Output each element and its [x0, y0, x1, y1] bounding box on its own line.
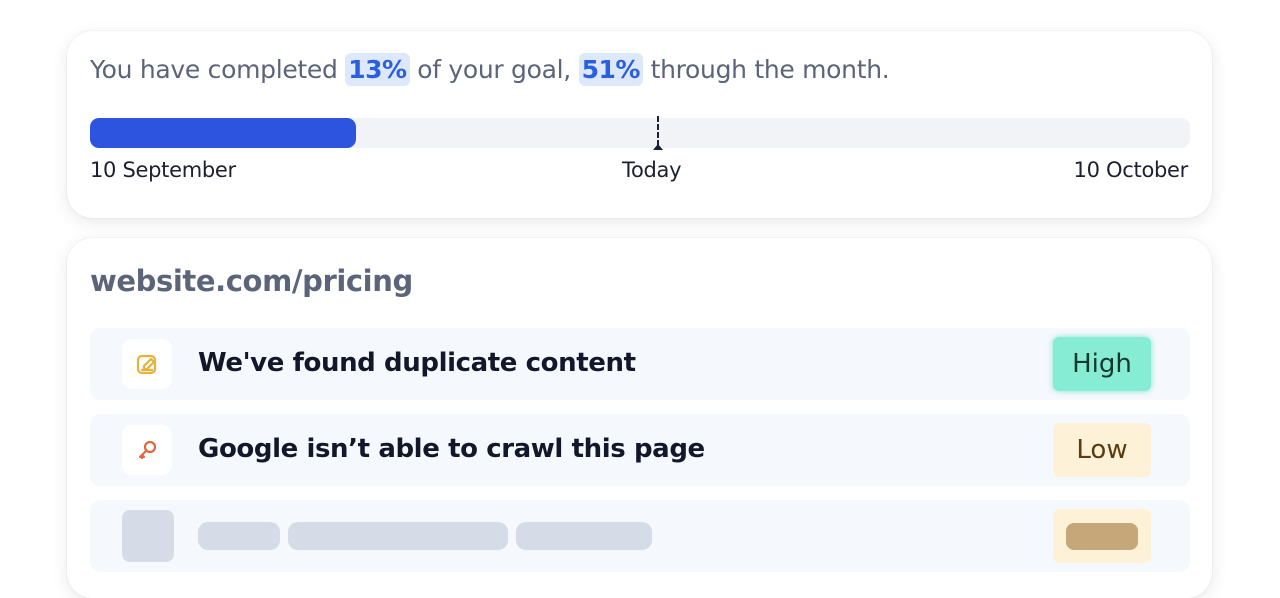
edit-note-icon [122, 339, 172, 389]
today-marker-arrow [652, 144, 663, 150]
end-date-label: 10 October [1073, 158, 1189, 182]
issue-row[interactable]: We've found duplicate content High [90, 328, 1190, 400]
goal-prefix: You have completed [90, 55, 338, 84]
start-date-label: 10 September [90, 158, 236, 182]
key-icon [122, 425, 172, 475]
issue-text: We've found duplicate content [198, 348, 636, 378]
issue-row[interactable]: Google isn’t able to crawl this page Low [90, 414, 1190, 486]
month-percent: 51% [578, 53, 643, 86]
completed-percent: 13% [345, 53, 410, 86]
goal-middle: of your goal, [417, 55, 571, 84]
icon-placeholder [122, 510, 174, 562]
page-url: website.com/pricing [90, 264, 413, 298]
today-marker [652, 116, 663, 150]
page-issues-card: website.com/pricing We've found duplicat… [67, 238, 1212, 598]
text-placeholder [516, 522, 652, 550]
priority-badge: Low [1053, 423, 1151, 477]
priority-badge: High [1053, 337, 1151, 391]
progress-fill [90, 118, 357, 148]
issue-text: Google isn’t able to crawl this page [198, 434, 705, 464]
badge-pill-placeholder [1066, 522, 1138, 550]
progress-track [90, 116, 1190, 150]
today-label: Today [622, 158, 682, 182]
priority-badge-placeholder [1053, 509, 1151, 563]
goal-progress-card: You have completed 13% of your goal, 51%… [67, 31, 1212, 218]
goal-summary: You have completed 13% of your goal, 51%… [90, 53, 890, 86]
text-placeholder [198, 522, 280, 550]
text-placeholder [288, 522, 508, 550]
issue-row-placeholder [90, 500, 1190, 572]
goal-suffix: through the month. [650, 55, 890, 84]
